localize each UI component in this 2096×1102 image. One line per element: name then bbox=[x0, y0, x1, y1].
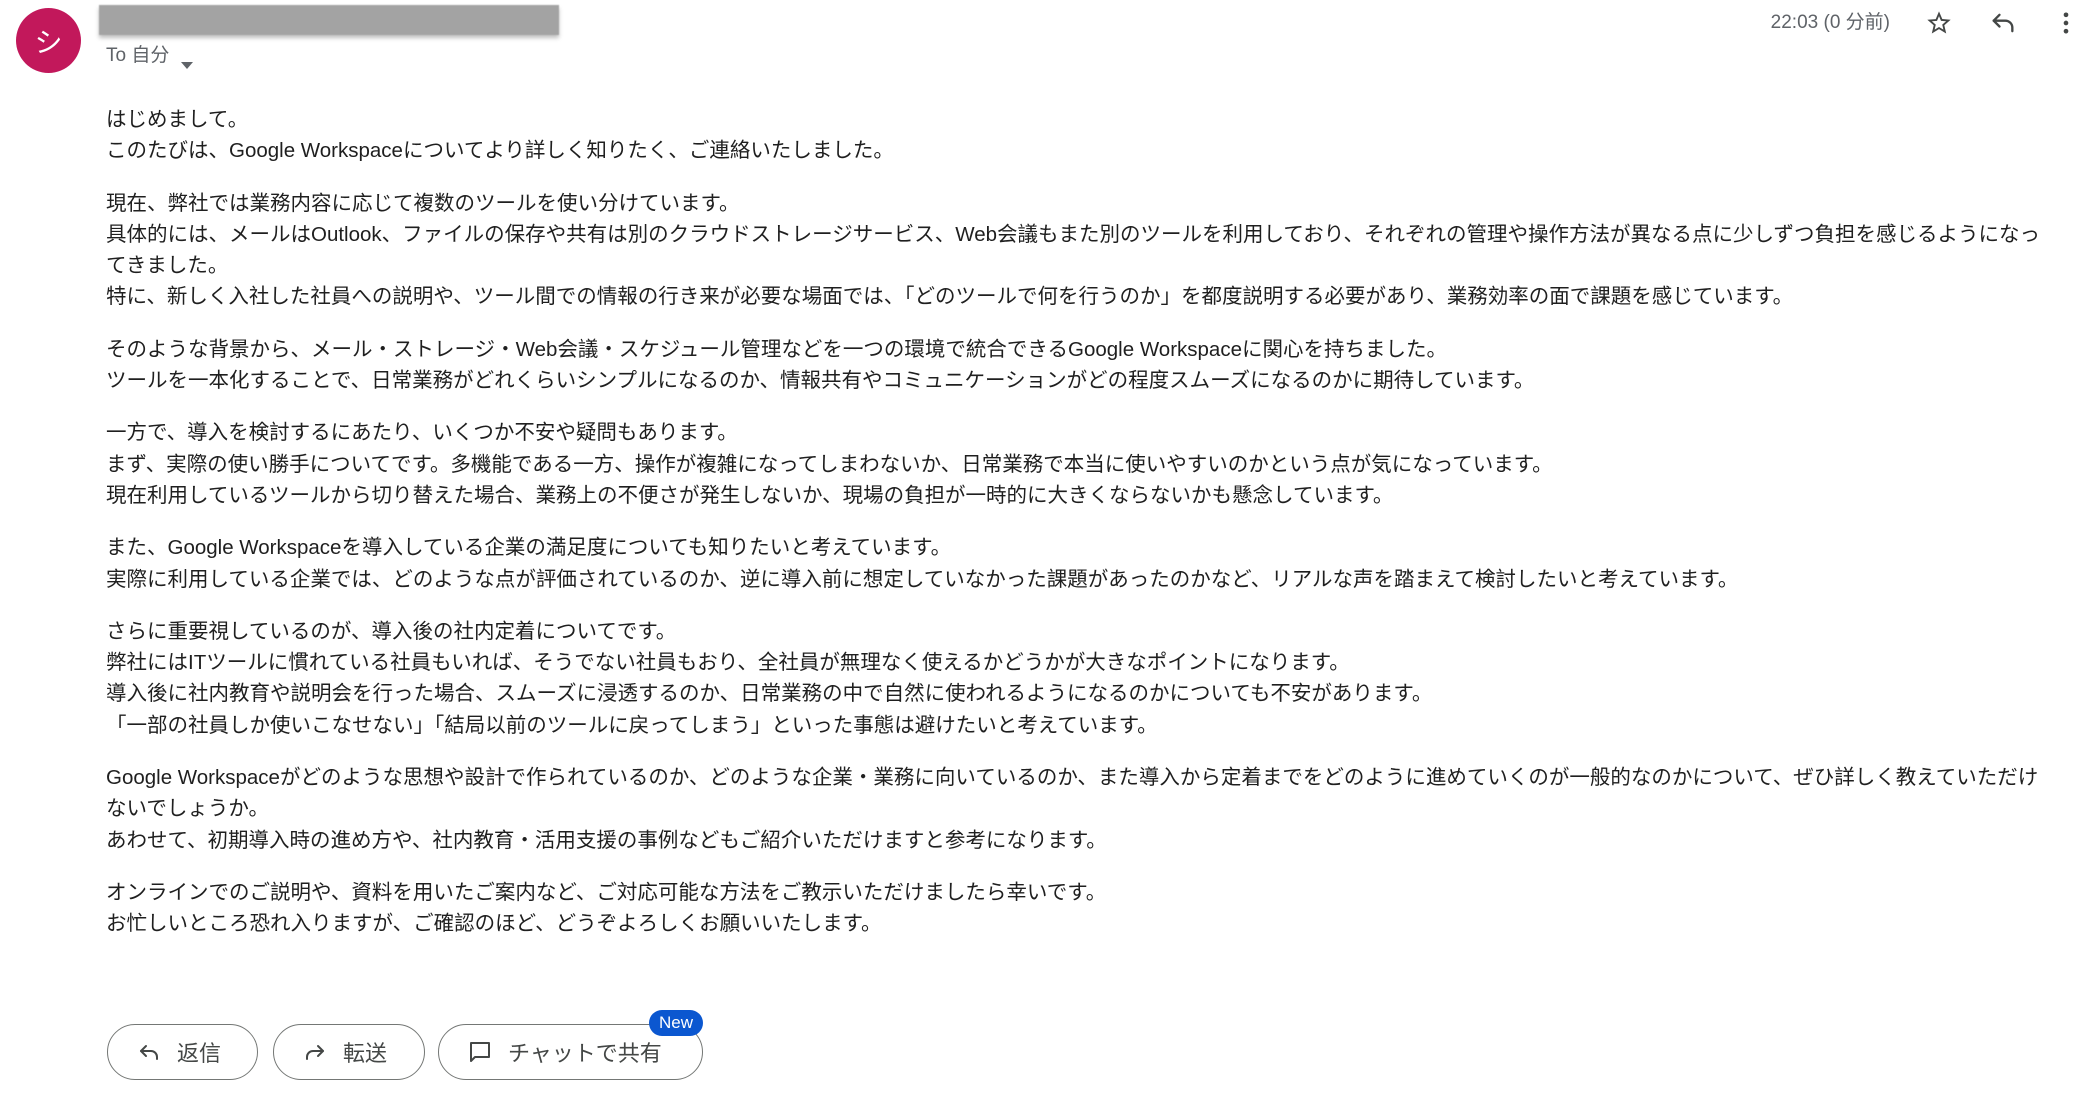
caret-down-icon[interactable] bbox=[181, 52, 194, 69]
body-line: オンラインでのご説明や、資料を用いたご案内など、ご対応可能な方法をご教示いただけ… bbox=[106, 880, 1107, 904]
message-body: はじめまして。 このたびは、Google Workspaceについてより詳しく知… bbox=[106, 104, 2092, 961]
body-line: 弊社にはITツールに慣れている社員もいれば、そうでない社員もおり、全社員が無理な… bbox=[106, 651, 1350, 675]
body-paragraph: 一方で、導入を検討するにあたり、いくつか不安や疑問もあります。 まず、実際の使い… bbox=[106, 417, 2092, 511]
new-badge: New bbox=[649, 1010, 703, 1036]
body-line: また、Google Workspaceを導入している企業の満足度についても知りた… bbox=[106, 536, 952, 560]
reply-action-label: 返信 bbox=[177, 1041, 222, 1066]
body-line: 具体的には、メールはOutlook、ファイルの保存や共有は別のクラウドストレージ… bbox=[106, 222, 2041, 246]
body-line: 一方で、導入を検討するにあたり、いくつか不安や疑問もあります。 bbox=[106, 421, 738, 445]
forward-action-label: 転送 bbox=[343, 1041, 388, 1066]
body-paragraph: 現在、弊社では業務内容に応じて複数のツールを使い分けています。 具体的には、メー… bbox=[106, 188, 2092, 313]
recipient-label: To 自分 bbox=[106, 45, 170, 66]
sender-avatar[interactable]: シ bbox=[16, 8, 81, 73]
chat-bubble-icon bbox=[468, 1040, 492, 1064]
body-paragraph: Google Workspaceがどのような思想や設計で作られているのか、どのよ… bbox=[106, 762, 2092, 856]
reply-button[interactable] bbox=[1988, 8, 2018, 38]
body-line: はじめまして。 bbox=[106, 108, 249, 131]
star-button[interactable] bbox=[1924, 8, 1954, 38]
body-line: ないでしょうか。 bbox=[106, 797, 269, 821]
share-in-chat-label: チャットで共有 bbox=[508, 1041, 662, 1066]
body-line: お忙しいところ恐れ入りますが、ご確認のほど、どうぞよろしくお願いいたします。 bbox=[106, 912, 882, 936]
reply-action-button[interactable]: 返信 bbox=[107, 1024, 258, 1080]
body-line: そのような背景から、メール・ストレージ・Web会議・スケジュール管理などを一つの… bbox=[106, 337, 1447, 361]
body-line: てきました。 bbox=[106, 254, 229, 278]
body-line: 現在利用しているツールから切り替えた場合、業務上の不便さが発生しないか、現場の負… bbox=[106, 483, 1394, 507]
body-line: あわせて、初期導入時の進め方や、社内教育・活用支援の事例などもご紹介いただけます… bbox=[106, 828, 1107, 852]
reply-icon bbox=[137, 1040, 161, 1064]
body-line: 「一部の社員しか使いこなせない」「結局以前のツールに戻ってしまう」といった事態は… bbox=[106, 713, 1158, 737]
message-timestamp: 22:03 (0 分前) bbox=[1770, 12, 1890, 33]
body-line: 特に、新しく入社した社員への説明や、ツール間での情報の行き来が必要な場面では、「… bbox=[106, 285, 1794, 309]
forward-icon bbox=[303, 1040, 327, 1064]
body-line: さらに重要視しているのが、導入後の社内定着についてです。 bbox=[106, 619, 677, 643]
body-paragraph: はじめまして。 このたびは、Google Workspaceについてより詳しく知… bbox=[106, 104, 2092, 167]
body-paragraph: オンラインでのご説明や、資料を用いたご案内など、ご対応可能な方法をご教示いただけ… bbox=[106, 877, 2092, 940]
body-paragraph: また、Google Workspaceを導入している企業の満足度についても知りた… bbox=[106, 532, 2092, 595]
star-outline-icon bbox=[1925, 9, 1953, 37]
body-line: 導入後に社内教育や説明会を行った場合、スムーズに浸透するのか、日常業務の中で自然… bbox=[106, 682, 1433, 706]
body-line: Google Workspaceがどのような思想や設計で作られているのか、どのよ… bbox=[106, 766, 2039, 790]
reply-icon bbox=[1989, 9, 2017, 37]
body-line: 実際に利用している企業では、どのような点が評価されているのか、逆に導入前に想定し… bbox=[106, 567, 1739, 591]
forward-action-button[interactable]: 転送 bbox=[273, 1024, 425, 1080]
body-line: ツールを一本化することで、日常業務がどれくらいシンプルになるのか、情報共有やコミ… bbox=[106, 369, 1535, 393]
more-vert-icon bbox=[2052, 9, 2080, 37]
body-line: このたびは、Google Workspaceについてより詳しく知りたく、ご連絡い… bbox=[106, 139, 894, 163]
body-line: まず、実際の使い勝手についてです。多機能である一方、操作が複雑になってしまわない… bbox=[106, 452, 1553, 476]
more-options-button[interactable] bbox=[2051, 8, 2081, 38]
body-paragraph: さらに重要視しているのが、導入後の社内定着についてです。 弊社にはITツールに慣… bbox=[106, 616, 2092, 741]
sender-name-redacted[interactable] bbox=[99, 5, 559, 35]
body-paragraph: そのような背景から、メール・ストレージ・Web会議・スケジュール管理などを一つの… bbox=[106, 334, 2092, 397]
body-line: 現在、弊社では業務内容に応じて複数のツールを使い分けています。 bbox=[106, 191, 740, 215]
recipient-details-toggle[interactable]: To 自分 bbox=[106, 43, 194, 69]
